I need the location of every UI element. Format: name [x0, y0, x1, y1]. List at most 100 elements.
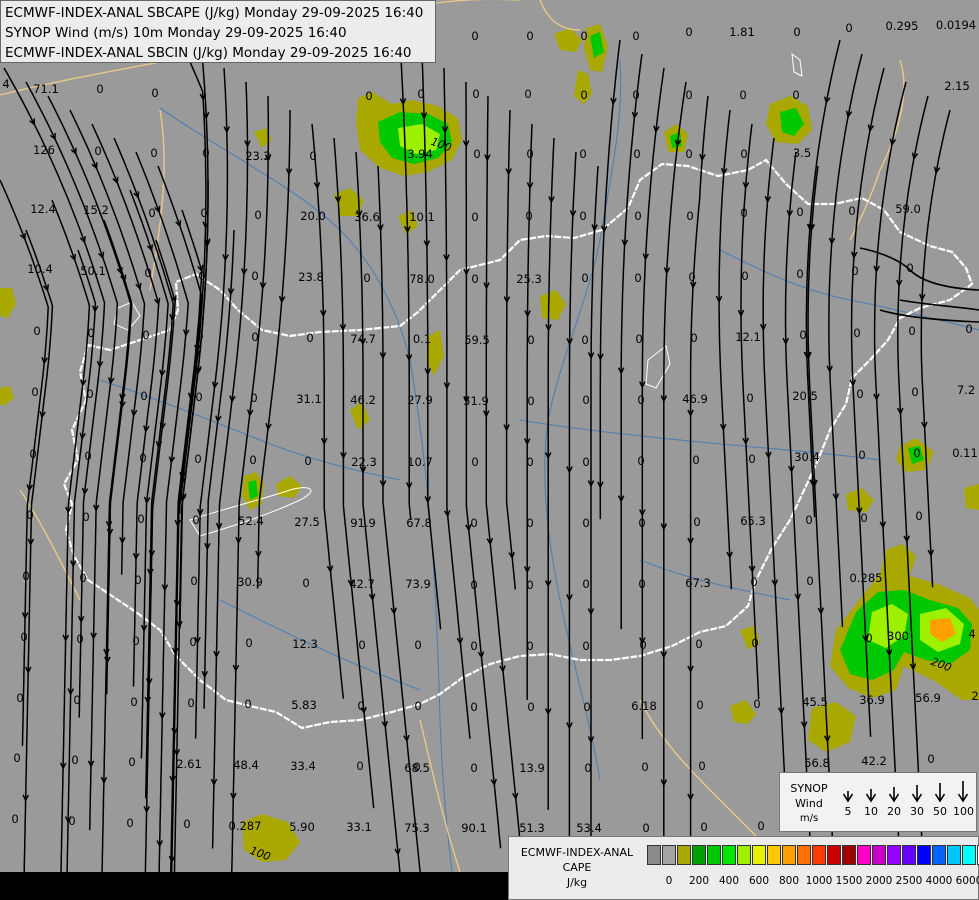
sbcin-value-label: 0	[202, 146, 209, 160]
cape-legend-labels: 0 200 400 600 800 100015002000250040006000	[647, 875, 979, 891]
synop-legend-arrows: 5 10 20 30 50 100	[838, 777, 974, 829]
sbcin-value-label: 10.1	[409, 210, 435, 224]
sbcin-value-label: 2	[971, 689, 978, 703]
sbcin-value-label: 0.0194	[936, 18, 976, 32]
sbcin-value-label: 0	[470, 516, 477, 530]
weather-map: 71.1 0 0 126 0 0 0 23.2 0 0 0 0 0 0 0 0 0 0 0 0 0 0 0 1.81 0 0 0.2…	[0, 0, 979, 900]
sbcin-value-label: 33.1	[346, 820, 372, 834]
sbcin-value-label: 1.81	[729, 25, 755, 39]
sbcin-value-label: 0	[796, 205, 803, 219]
sbcin-value-label: 0	[194, 452, 201, 466]
synop-legend-speed: 20	[887, 805, 901, 818]
sbcin-value-label: 0	[249, 453, 256, 467]
sbcin-value-label: 0	[639, 638, 646, 652]
sbcin-value-label: 0	[632, 88, 639, 102]
sbcin-value-label: 0	[365, 89, 372, 103]
sbcin-value-label: 0	[187, 696, 194, 710]
synop-legend-arrow-20: 20	[884, 777, 904, 818]
sbcin-value-label: 0	[527, 700, 534, 714]
sbcin-value-label: 0	[740, 206, 747, 220]
sbcin-value-label: 0.285	[850, 571, 883, 585]
cape-legend-swatch	[647, 845, 661, 865]
sbcin-value-label: 0	[29, 447, 36, 461]
synop-legend-speed: 5	[844, 805, 852, 818]
sbcin-value-label: 0	[848, 204, 855, 218]
sbcin-value-label: 0	[471, 272, 478, 286]
sbcin-value-label: 0	[33, 324, 40, 338]
cape-legend-label: 6000	[955, 875, 979, 887]
sbcin-value-label: 0	[526, 516, 533, 530]
sbcin-value-label: 0	[190, 574, 197, 588]
sbcin-value-label: 0	[750, 575, 757, 589]
sbcin-value-label: 23.8	[298, 270, 324, 284]
sbcin-value-label: 0	[526, 147, 533, 161]
sbcin-value-label: 0	[470, 639, 477, 653]
sbcin-value-label: 46.2	[350, 393, 376, 407]
cape-legend-label: 600	[748, 875, 770, 887]
sbcin-value-label: 59.5	[464, 333, 490, 347]
header-synop-line: SYNOP Wind (m/s) 10m Monday 29-09-2025 1…	[5, 25, 347, 41]
sbcin-value-label: 0	[638, 577, 645, 591]
sbcin-value-label: 78.0	[409, 272, 435, 286]
sbcin-value-label: 0	[799, 328, 806, 342]
sbcin-value-label: 0	[126, 816, 133, 830]
sbcin-value-label: 0	[906, 261, 913, 275]
sbcin-value-label: 23.2	[245, 149, 271, 163]
sbcin-value-label: 51.9	[463, 394, 489, 408]
sbcin-value-label: 0	[71, 753, 78, 767]
sbcin-value-label: 0	[913, 446, 920, 460]
sbcin-value-label: 10.4	[27, 262, 53, 276]
sbcin-value-label: 0	[740, 147, 747, 161]
sbcin-value-label: 0	[363, 271, 370, 285]
down-arrow-icon	[934, 783, 946, 803]
sbcin-value-label: 0	[753, 697, 760, 711]
sbcin-value-label: 0	[685, 147, 692, 161]
sbcin-value-label: 0	[527, 333, 534, 347]
sbcin-value-label: 0	[685, 88, 692, 102]
sbcin-value-label: 0	[87, 326, 94, 340]
sbcin-value-label: 0.295	[886, 19, 919, 33]
sbcin-value-label: 0	[148, 206, 155, 220]
sbcin-value-label: 0	[856, 387, 863, 401]
sbcin-value-label: 0	[79, 571, 86, 585]
sbcin-value-label: 0	[245, 636, 252, 650]
sbcin-value-label: 67.8	[406, 516, 432, 530]
sbcin-value-label: 2.61	[176, 757, 202, 771]
synop-legend-arrow-5: 5	[838, 777, 858, 818]
sbcin-value-label: 3.5	[793, 146, 811, 160]
cape-legend-label: 4000	[925, 875, 953, 887]
sbcin-value-label: 0	[20, 630, 27, 644]
synop-legend-speed: 100	[953, 805, 974, 818]
header-sbcape-line: ECMWF-INDEX-ANAL SBCAPE (J/kg) Monday 29…	[5, 5, 424, 21]
sbcin-value-label: 71.1	[33, 82, 59, 96]
sbcin-value-label: 0	[86, 387, 93, 401]
sbcin-value-label: 0	[582, 393, 589, 407]
sbcin-value-label: 0	[22, 569, 29, 583]
sbcin-value-label: 0	[806, 574, 813, 588]
sbcin-value-label: 0	[414, 699, 421, 713]
sbcin-value-label: 27.9	[407, 393, 433, 407]
sbcin-value-label: 25.3	[516, 272, 542, 286]
sbcin-value-label: 0	[698, 759, 705, 773]
cape-legend-swatch	[812, 845, 826, 865]
sbcin-value-label: 0	[250, 391, 257, 405]
sbcin-value-label: 20.0	[300, 209, 326, 223]
cape-legend-swatch	[797, 845, 811, 865]
synop-legend-speed: 10	[864, 805, 878, 818]
sbcin-value-label: 48.4	[233, 758, 259, 772]
sbcin-value-label: 0	[792, 88, 799, 102]
sbcin-value-label: 0	[526, 639, 533, 653]
sbcin-value-label: 15.2	[83, 203, 109, 217]
sbcin-value-label: 22.3	[351, 455, 377, 469]
sbcin-value-label: 0	[200, 206, 207, 220]
sbcin-value-label: 0	[580, 29, 587, 43]
cape-legend-swatch	[842, 845, 856, 865]
sbcin-value-label: 0	[189, 635, 196, 649]
sbcin-value-label: 0	[472, 87, 479, 101]
sbcin-value-label: 0	[582, 516, 589, 530]
sbcin-value-label: 0	[696, 698, 703, 712]
sbcin-value-label: 36.9	[859, 693, 885, 707]
sbcin-value-label: 0	[470, 578, 477, 592]
sbcin-value-label: 0	[927, 752, 934, 766]
sbcin-value-label: 0	[583, 700, 590, 714]
